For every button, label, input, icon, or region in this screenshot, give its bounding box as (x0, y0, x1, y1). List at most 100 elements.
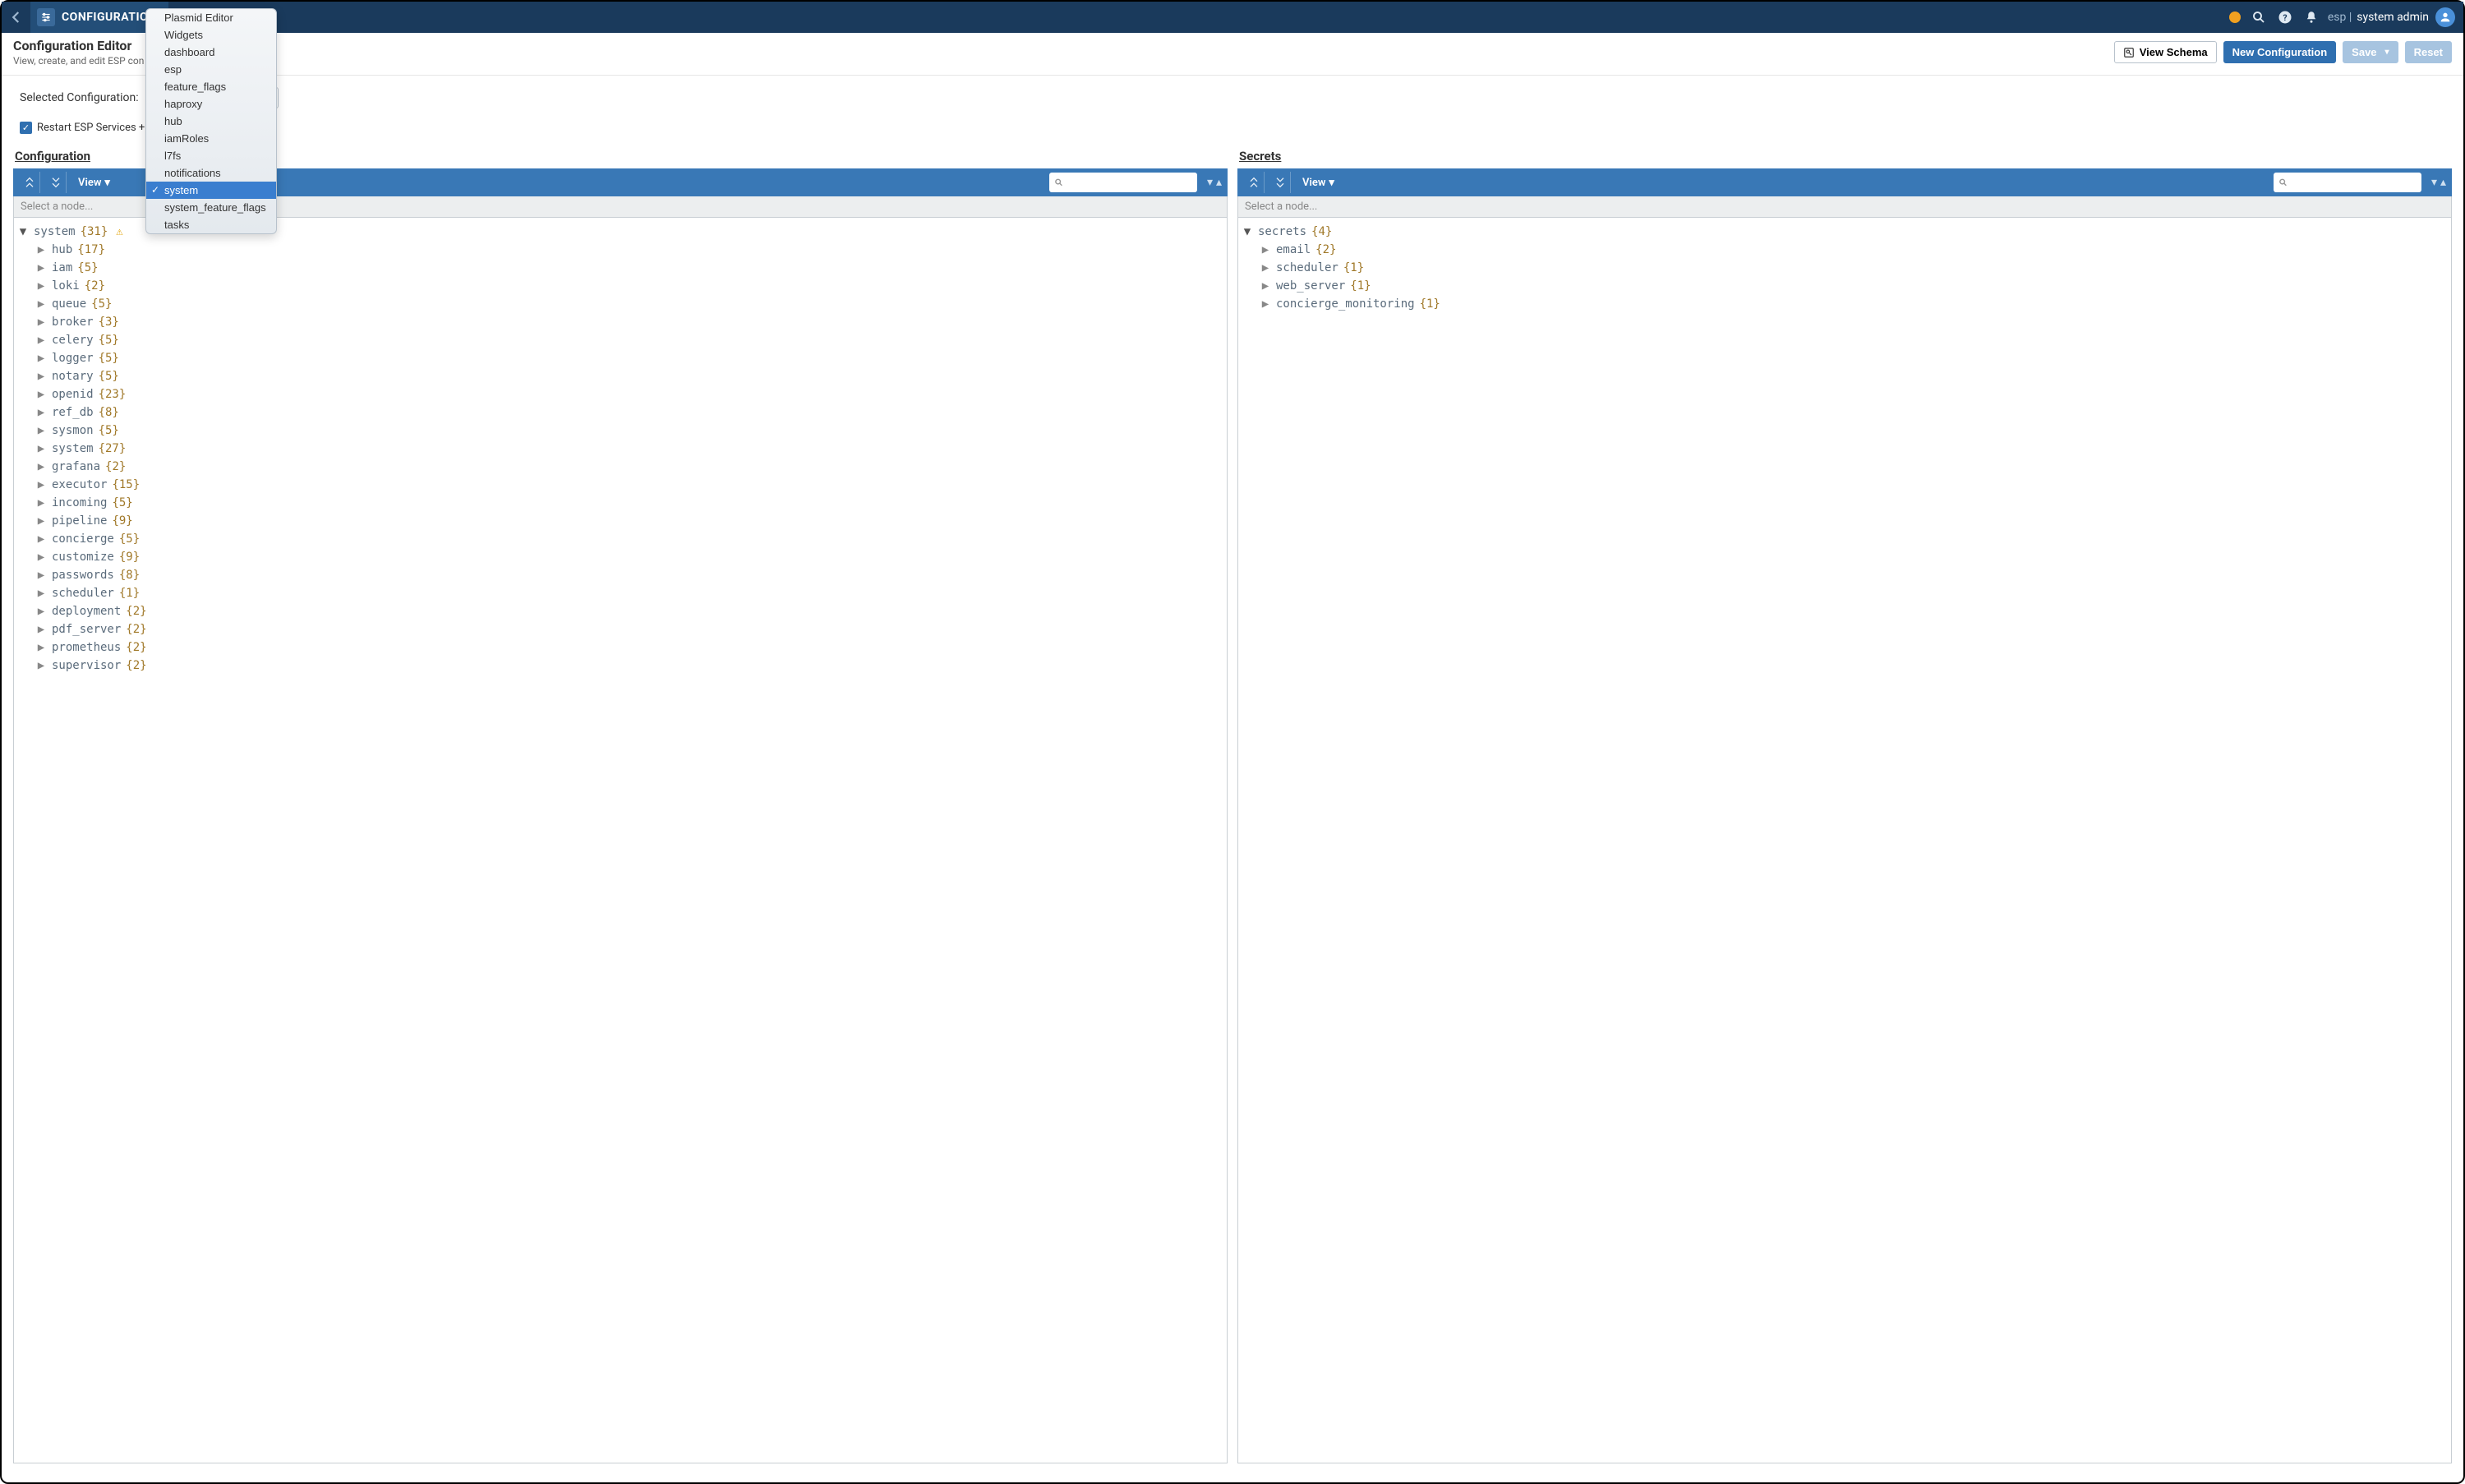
disclosure-triangle-icon[interactable]: ▶ (35, 638, 47, 657)
expand-all-icon[interactable] (19, 172, 40, 193)
disclosure-triangle-icon[interactable]: ▶ (35, 440, 47, 458)
disclosure-triangle-icon[interactable]: ▶ (35, 259, 47, 277)
tree-node[interactable]: ▶openid {23} (35, 385, 1223, 403)
disclosure-triangle-icon[interactable]: ▶ (1260, 259, 1271, 277)
collapse-all-icon[interactable] (45, 172, 67, 193)
disclosure-triangle-icon[interactable]: ▶ (35, 548, 47, 566)
tree-node[interactable]: ▶scheduler {1} (1260, 259, 2448, 277)
tree-node[interactable]: ▶incoming {5} (35, 494, 1223, 512)
tree-search-input[interactable] (2288, 177, 2417, 188)
dropdown-item[interactable]: notifications (146, 164, 276, 182)
disclosure-triangle-icon[interactable]: ▶ (35, 584, 47, 602)
tree-search-input[interactable] (1063, 177, 1192, 188)
tree-node[interactable]: ▶hub {17} (35, 241, 1223, 259)
chevron-down-icon[interactable]: ▾ (1207, 176, 1213, 189)
node-path-input[interactable]: Select a node... (1237, 196, 2452, 218)
search-icon[interactable] (2249, 7, 2269, 27)
dropdown-item[interactable]: esp (146, 61, 276, 78)
dropdown-item[interactable]: tasks (146, 216, 276, 233)
dropdown-item[interactable]: Widgets (146, 26, 276, 44)
tree-node[interactable]: ▶customize {9} (35, 548, 1223, 566)
tree-node[interactable]: ▶supervisor {2} (35, 657, 1223, 675)
tree-node[interactable]: ▶prometheus {2} (35, 638, 1223, 657)
dropdown-item[interactable]: system_feature_flags (146, 199, 276, 216)
tree-node[interactable]: ▶deployment {2} (35, 602, 1223, 620)
disclosure-triangle-icon[interactable]: ▶ (35, 476, 47, 494)
tree-node[interactable]: ▶notary {5} (35, 367, 1223, 385)
disclosure-triangle-icon[interactable]: ▶ (35, 349, 47, 367)
avatar-icon[interactable] (2435, 7, 2455, 27)
secrets-tree[interactable]: ▼secrets {4}▶email {2}▶scheduler {1}▶web… (1237, 218, 2452, 1463)
tree-node[interactable]: ▶pdf_server {2} (35, 620, 1223, 638)
tree-node[interactable]: ▶celery {5} (35, 331, 1223, 349)
disclosure-triangle-icon[interactable]: ▶ (35, 277, 47, 295)
new-configuration-button[interactable]: New Configuration (2223, 41, 2337, 63)
dropdown-item[interactable]: hub (146, 113, 276, 130)
disclosure-triangle-icon[interactable]: ▶ (35, 331, 47, 349)
search-prev-next[interactable]: ▾ ▴ (2431, 176, 2446, 189)
disclosure-triangle-icon[interactable]: ▶ (35, 566, 47, 584)
tree-node[interactable]: ▶iam {5} (35, 259, 1223, 277)
disclosure-triangle-icon[interactable]: ▶ (35, 385, 47, 403)
disclosure-triangle-icon[interactable]: ▶ (1260, 241, 1271, 259)
disclosure-triangle-icon[interactable]: ▶ (35, 313, 47, 331)
tree-node[interactable]: ▶ref_db {8} (35, 403, 1223, 422)
disclosure-triangle-icon[interactable]: ▼ (1242, 223, 1253, 241)
dropdown-item[interactable]: iamRoles (146, 130, 276, 147)
disclosure-triangle-icon[interactable]: ▶ (1260, 277, 1271, 295)
tree-node[interactable]: ▶concierge {5} (35, 530, 1223, 548)
search-prev-next[interactable]: ▾ ▴ (1207, 176, 1222, 189)
tree-node[interactable]: ▶web_server {1} (1260, 277, 2448, 295)
tree-node[interactable]: ▶pipeline {9} (35, 512, 1223, 530)
tree-search[interactable] (2274, 173, 2421, 192)
restart-checkbox[interactable]: ✓ (20, 122, 32, 134)
tree-node[interactable]: ▶executor {15} (35, 476, 1223, 494)
dropdown-item[interactable]: dashboard (146, 44, 276, 61)
tree-node[interactable]: ▶sysmon {5} (35, 422, 1223, 440)
disclosure-triangle-icon[interactable]: ▶ (35, 602, 47, 620)
expand-all-icon[interactable] (1243, 172, 1265, 193)
disclosure-triangle-icon[interactable]: ▶ (35, 512, 47, 530)
dropdown-item[interactable]: l7fs (146, 147, 276, 164)
save-button[interactable]: Save ▾ (2343, 41, 2398, 63)
disclosure-triangle-icon[interactable]: ▶ (35, 367, 47, 385)
disclosure-triangle-icon[interactable]: ▶ (35, 295, 47, 313)
tree-node[interactable]: ▶system {27} (35, 440, 1223, 458)
disclosure-triangle-icon[interactable]: ▶ (35, 657, 47, 675)
tree-node[interactable]: ▶scheduler {1} (35, 584, 1223, 602)
tree-node[interactable]: ▼secrets {4} (1242, 223, 2448, 241)
back-icon[interactable] (2, 2, 30, 33)
user-name[interactable]: system admin (2357, 11, 2429, 24)
tree-node[interactable]: ▶email {2} (1260, 241, 2448, 259)
help-icon[interactable]: ? (2275, 7, 2295, 27)
tree-node[interactable]: ▶grafana {2} (35, 458, 1223, 476)
reset-button[interactable]: Reset (2405, 41, 2452, 63)
disclosure-triangle-icon[interactable]: ▶ (35, 422, 47, 440)
disclosure-triangle-icon[interactable]: ▶ (35, 458, 47, 476)
view-schema-button[interactable]: View Schema (2114, 41, 2217, 63)
disclosure-triangle-icon[interactable]: ▶ (35, 403, 47, 422)
tree-node[interactable]: ▶logger {5} (35, 349, 1223, 367)
disclosure-triangle-icon[interactable]: ▶ (35, 241, 47, 259)
tree-node[interactable]: ▶passwords {8} (35, 566, 1223, 584)
dropdown-item[interactable]: feature_flags (146, 78, 276, 95)
view-dropdown[interactable]: View ▾ (78, 177, 110, 189)
chevron-down-icon[interactable]: ▾ (2431, 176, 2437, 189)
disclosure-triangle-icon[interactable]: ▶ (35, 620, 47, 638)
bell-icon[interactable] (2301, 7, 2321, 27)
collapse-all-icon[interactable] (1269, 172, 1291, 193)
view-dropdown[interactable]: View ▾ (1302, 177, 1334, 189)
tree-node[interactable]: ▶broker {3} (35, 313, 1223, 331)
tree-node[interactable]: ▶concierge_monitoring {1} (1260, 295, 2448, 313)
disclosure-triangle-icon[interactable]: ▶ (35, 530, 47, 548)
dropdown-item[interactable]: system (146, 182, 276, 199)
tree-node[interactable]: ▶queue {5} (35, 295, 1223, 313)
disclosure-triangle-icon[interactable]: ▶ (1260, 295, 1271, 313)
configuration-tree[interactable]: ▼system {31}⚠▶hub {17}▶iam {5}▶loki {2}▶… (13, 218, 1228, 1463)
dropdown-item[interactable]: haproxy (146, 95, 276, 113)
disclosure-triangle-icon[interactable]: ▼ (17, 223, 29, 241)
disclosure-triangle-icon[interactable]: ▶ (35, 494, 47, 512)
chevron-up-icon[interactable]: ▴ (1216, 176, 1222, 189)
tree-search[interactable] (1049, 173, 1197, 192)
dropdown-item[interactable]: Plasmid Editor (146, 9, 276, 26)
